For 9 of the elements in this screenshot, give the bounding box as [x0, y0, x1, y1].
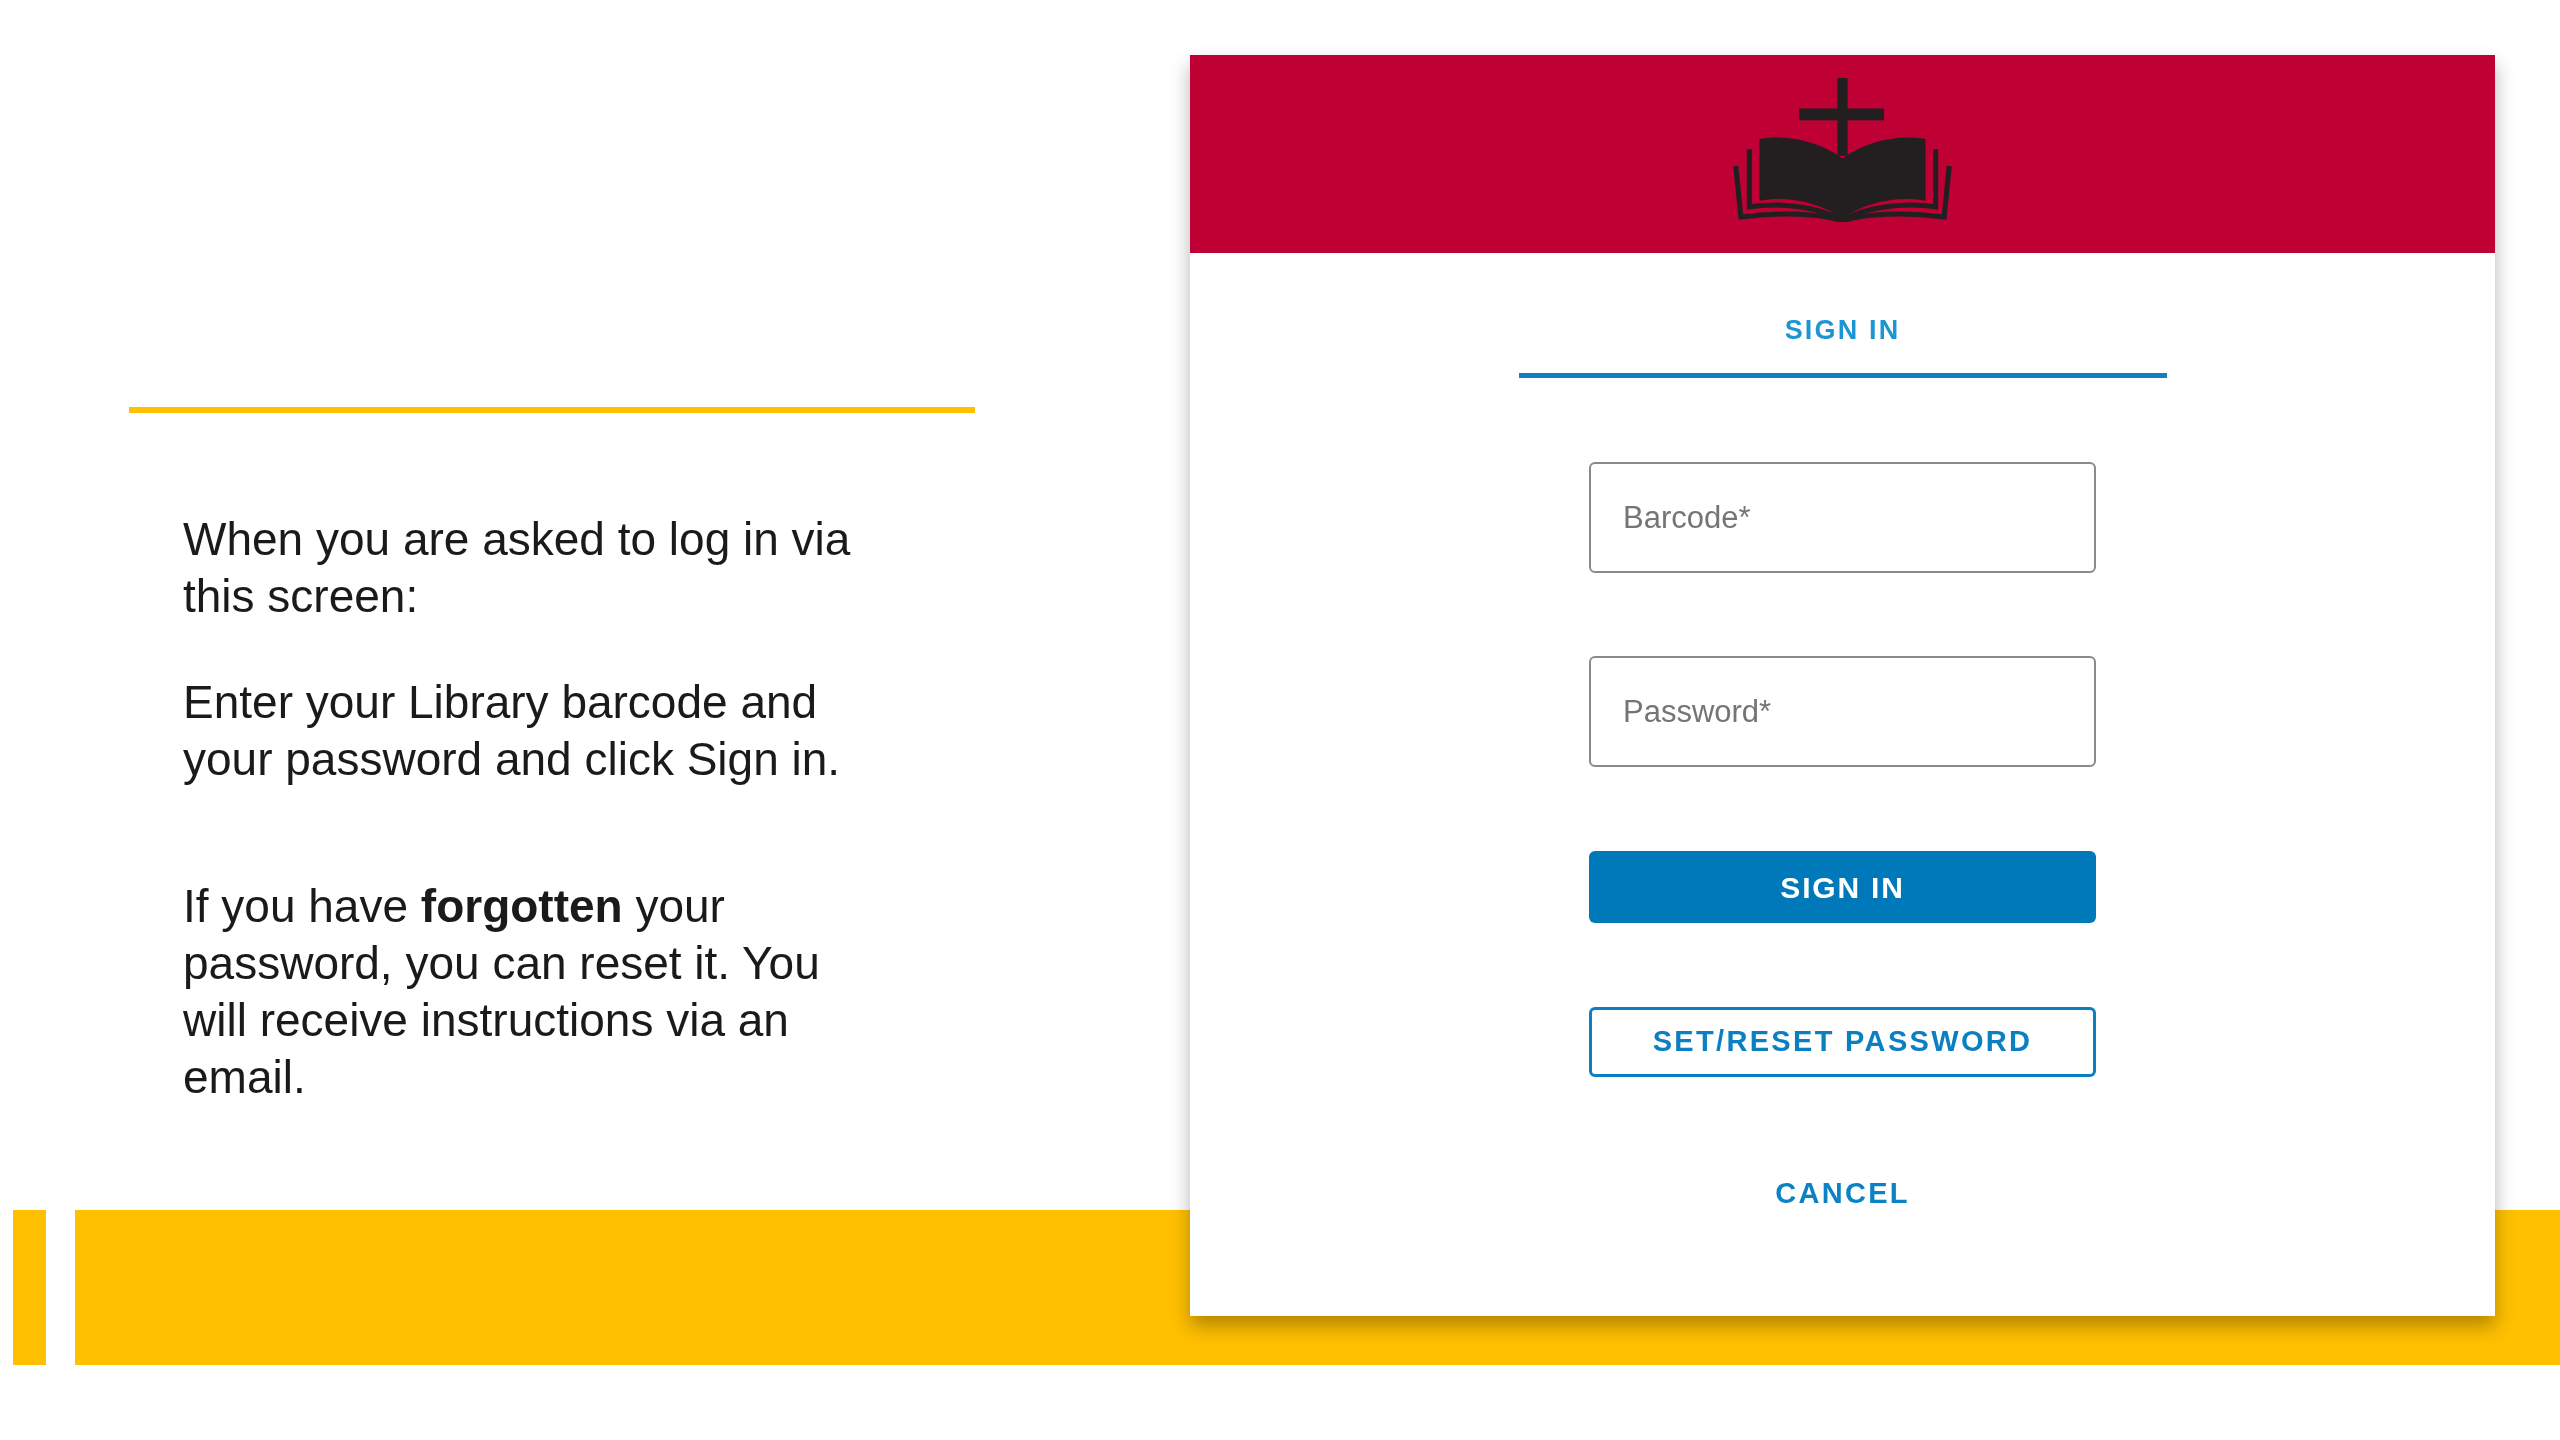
sign-in-button[interactable]: SIGN IN [1589, 851, 2096, 923]
barcode-field[interactable]: Barcode* [1589, 462, 2096, 573]
password-field[interactable]: Password* [1589, 656, 2096, 767]
instruction-text: When you are asked to log in via this screen: [183, 512, 852, 624]
reset-password-button[interactable]: SET/RESET PASSWORD [1589, 1007, 2096, 1077]
sign-in-tab[interactable]: SIGN IN [1518, 283, 2167, 378]
instruction-text: Enter your Library barcode and your password and click Sign in. [183, 675, 842, 787]
instruction-text: If you have forgotten your password, you can reset it. You will receive instructions via an email. [183, 879, 821, 1105]
cancel-button[interactable]: CANCEL [1755, 1164, 1930, 1224]
